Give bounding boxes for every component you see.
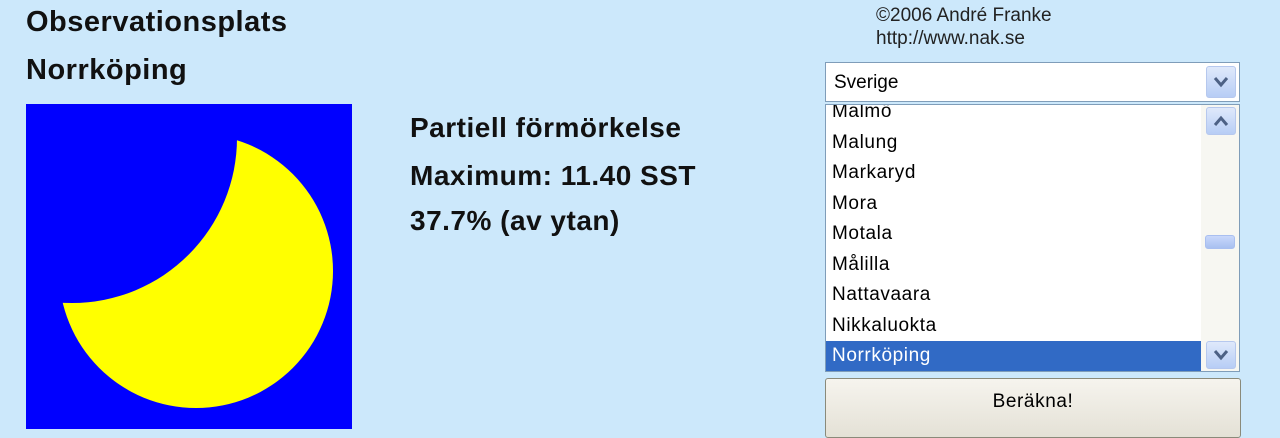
chevron-down-icon	[1213, 350, 1229, 361]
location-label: Observationsplats	[26, 6, 288, 38]
city-list-scrollbar[interactable]	[1201, 105, 1239, 371]
scroll-down-button[interactable]	[1206, 341, 1236, 369]
city-item-selected[interactable]: Norrköping	[826, 341, 1201, 371]
scroll-thumb[interactable]	[1205, 234, 1235, 249]
city-item[interactable]: Markaryd	[826, 158, 1201, 189]
city-item[interactable]: Motala	[826, 219, 1201, 250]
country-select-value: Sverige	[834, 72, 899, 93]
eclipse-coverage: 37.7% (av ytan)	[410, 205, 620, 237]
calculate-button[interactable]: Beräkna!	[825, 378, 1241, 438]
chevron-down-icon	[1213, 77, 1229, 88]
city-list-items: Malmö Malung Markaryd Mora Motala Målilla Natt…	[826, 105, 1201, 371]
coverage-suffix: (av ytan)	[491, 205, 620, 236]
city-item[interactable]: Malmö	[826, 105, 1201, 128]
chevron-up-icon	[1213, 115, 1229, 126]
city-item[interactable]: Mora	[826, 189, 1201, 220]
city-item[interactable]: Nattavaara	[826, 280, 1201, 311]
coverage-value: 37.7%	[410, 205, 492, 236]
country-select[interactable]: Sverige	[825, 62, 1240, 102]
city-item[interactable]: Nikkaluokta	[826, 311, 1201, 342]
city-item[interactable]: Målilla	[826, 250, 1201, 281]
copyright-text: ©2006 André Franke	[876, 5, 1052, 26]
country-dropdown-button[interactable]	[1206, 66, 1236, 98]
eclipse-maximum: Maximum: 11.40 SST	[410, 160, 697, 191]
eclipse-image	[26, 104, 352, 429]
website-link[interactable]: http://www.nak.se	[876, 28, 1025, 50]
city-listbox[interactable]: Malmö Malung Markaryd Mora Motala Målilla Natt…	[825, 104, 1240, 372]
eclipse-graphic	[26, 104, 352, 429]
location-city: Norrköping	[26, 54, 188, 86]
sun-crescent	[59, 134, 333, 408]
city-item[interactable]: Malung	[826, 128, 1201, 159]
eclipse-type: Partiell förmörkelse	[410, 112, 682, 143]
scroll-up-button[interactable]	[1206, 107, 1236, 135]
